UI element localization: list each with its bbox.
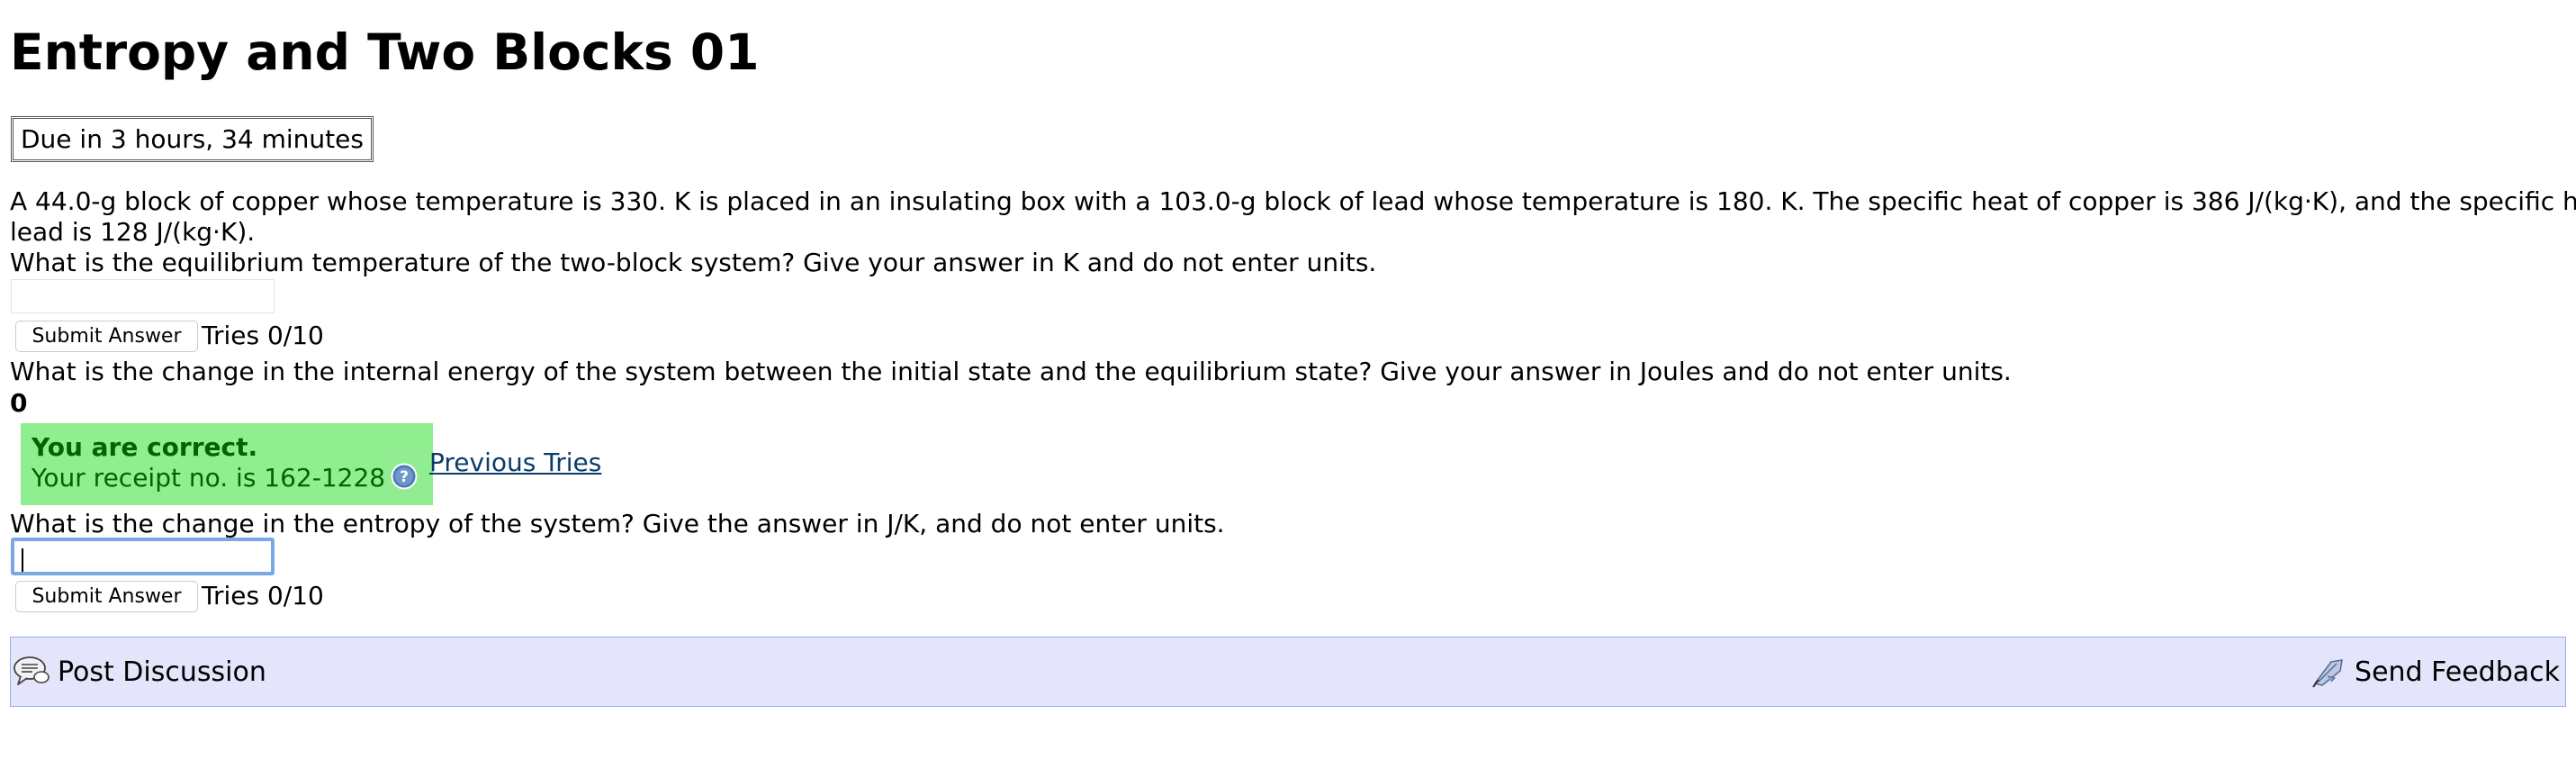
entropy-change-input[interactable] (11, 538, 275, 575)
correct-feedback-box: You are correct. Your receipt no. is 162… (21, 423, 433, 505)
discussion-feedback-bar: Post Discussion Send Feedback (10, 637, 2566, 707)
submit-answer-button-2[interactable]: Submit Answer (15, 581, 198, 612)
problem-statement-line-1: A 44.0-g block of copper whose temperatu… (10, 186, 2576, 216)
submit-answer-button-1[interactable]: Submit Answer (15, 321, 198, 352)
question-equilibrium-temperature: What is the equilibrium temperature of t… (10, 248, 1377, 277)
submitted-answer-value: 0 (10, 388, 28, 418)
previous-tries-link[interactable]: Previous Tries (429, 448, 601, 478)
discussion-bubbles-icon (13, 655, 50, 689)
problem-statement-line-2: lead is 128 J/(kg·K). (10, 217, 256, 247)
svg-text:?: ? (400, 468, 409, 486)
due-date-badge: Due in 3 hours, 34 minutes (11, 116, 374, 162)
post-discussion-link[interactable]: Post Discussion (13, 654, 266, 690)
correct-feedback-title: You are correct. (32, 432, 258, 462)
send-feedback-link[interactable]: Send Feedback (2310, 654, 2560, 690)
tries-counter-1: Tries 0/10 (202, 321, 324, 350)
receipt-number: Your receipt no. is 162-1228 (32, 463, 386, 493)
send-feedback-label: Send Feedback (2355, 656, 2560, 688)
tries-counter-2: Tries 0/10 (202, 581, 324, 611)
help-question-icon[interactable]: ? (391, 463, 418, 490)
receipt-line: Your receipt no. is 162-1228? (32, 463, 433, 493)
feedback-quill-icon (2310, 655, 2347, 689)
text-cursor (22, 548, 23, 572)
question-internal-energy-change: What is the change in the internal energ… (10, 357, 2012, 386)
page-title: Entropy and Two Blocks 01 (10, 23, 760, 81)
equilibrium-temperature-input[interactable] (11, 279, 275, 313)
post-discussion-label: Post Discussion (58, 656, 266, 688)
question-entropy-change: What is the change in the entropy of the… (10, 509, 1225, 538)
